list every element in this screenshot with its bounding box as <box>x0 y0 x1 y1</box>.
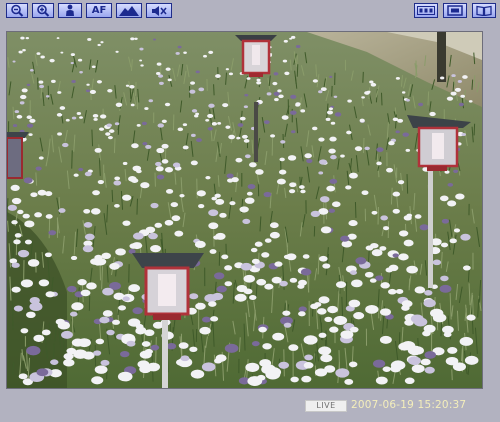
zoom-in-button[interactable] <box>32 3 54 18</box>
person-icon <box>66 4 74 16</box>
view-toolbar <box>414 3 496 20</box>
landscape-icon <box>119 6 139 16</box>
camera-toolbar: AF <box>6 3 172 20</box>
autofocus-button[interactable]: AF <box>86 3 112 18</box>
image-size-icon <box>417 6 435 15</box>
screen-icon <box>447 5 463 16</box>
zoom-out-icon <box>11 4 24 17</box>
zoom-out-button[interactable] <box>6 3 28 18</box>
camera-live-view[interactable] <box>6 31 483 389</box>
book-button[interactable] <box>472 3 496 18</box>
iris-garden-image <box>7 32 482 388</box>
person-button[interactable] <box>58 3 82 18</box>
landscape-button[interactable] <box>116 3 142 18</box>
screen-button[interactable] <box>443 3 467 18</box>
autofocus-icon: AF <box>91 5 107 16</box>
book-icon <box>476 5 492 16</box>
speaker-mute-icon <box>152 5 167 16</box>
timestamp: 2007-06-19 15:20:37 <box>351 399 467 411</box>
mute-button[interactable] <box>146 3 172 18</box>
zoom-in-icon <box>37 4 50 17</box>
live-indicator: LIVE <box>305 400 347 412</box>
image-size-button[interactable] <box>414 3 438 18</box>
